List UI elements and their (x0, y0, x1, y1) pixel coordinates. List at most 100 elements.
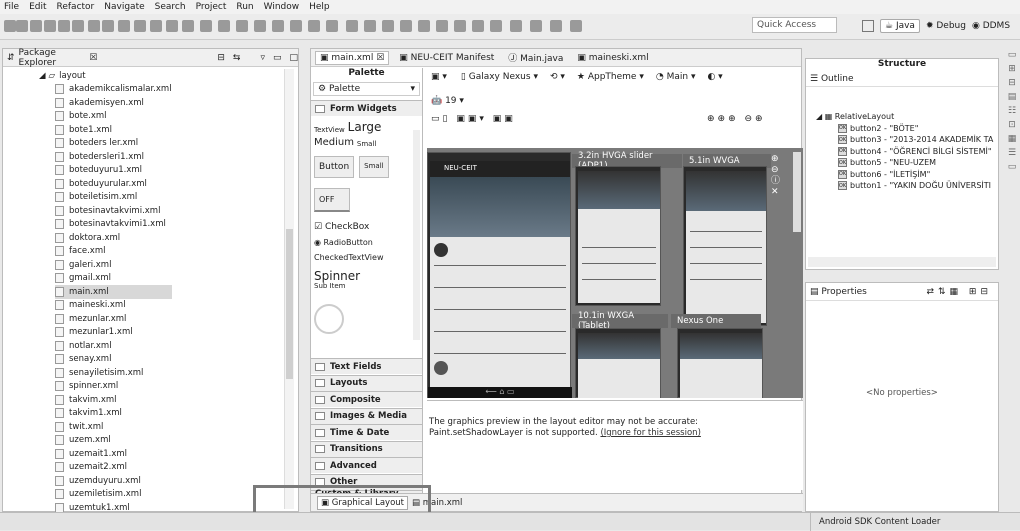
toolbar-tool-icon[interactable] (570, 20, 582, 32)
java-perspective-button[interactable]: ☕ Java (880, 19, 920, 33)
tree-file-item[interactable]: botesinavtakvimi.xml (55, 204, 172, 218)
layout-canvas[interactable]: NEU-CEIT ⟵ ⌂ ▭ 3.2in HVGA slider (ADP1) … (427, 148, 803, 398)
widget-medium[interactable]: Medium Small (314, 134, 404, 148)
tree-file-item[interactable]: akademikcalismalar.xml (55, 83, 172, 97)
collapse-all-icon[interactable]: ⊟ (217, 53, 225, 63)
locale-icon[interactable]: ◐ ▾ (707, 72, 722, 82)
toolbar-tool-icon[interactable] (150, 20, 162, 32)
toolbar-tool-icon[interactable] (272, 20, 284, 32)
zoom-controls[interactable]: ⊕⊕⊕ ⊖⊕ (707, 114, 766, 124)
tree-file-item[interactable]: doktora.xml (55, 231, 172, 245)
activity-selector[interactable]: ◔ Main ▾ (656, 72, 696, 82)
toolbar-tool-icon[interactable] (436, 20, 448, 32)
toolbar-tool-icon[interactable] (472, 20, 484, 32)
palette-category[interactable]: Transitions (311, 440, 422, 457)
toolbar-tool-icon[interactable] (308, 20, 320, 32)
tree-file-item[interactable]: galeri.xml (55, 258, 172, 272)
tab-maineski[interactable]: ▣ maineski.xml (577, 53, 648, 63)
theme-selector[interactable]: ★ AppTheme ▾ (577, 72, 644, 82)
toolbar-tool-icon[interactable] (58, 20, 70, 32)
tree-file-item[interactable]: gmail.xml (55, 272, 172, 286)
tree-file-item[interactable]: senayiletisim.xml (55, 366, 172, 380)
toolbar-tool-icon[interactable] (200, 20, 212, 32)
structure-button-node[interactable]: OK button5 - "NEU-UZEM (838, 157, 993, 169)
toolbar-tool-icon[interactable] (364, 20, 376, 32)
toolbar-tool-icon[interactable] (510, 20, 522, 32)
scrollbar-thumb[interactable] (286, 229, 293, 379)
tree-folder-layout[interactable]: ◢ ▱ layout (39, 69, 172, 83)
device-selector[interactable]: ▯ Galaxy Nexus ▾ (461, 72, 538, 82)
maximize-icon[interactable]: □ (289, 53, 298, 63)
canvas-scrollbar[interactable] (793, 152, 801, 232)
relative-layout-node[interactable]: ◢ ▦ RelativeLayout (816, 111, 993, 123)
package-explorer-tab[interactable]: ⇵ Package Explorer ☒ ⊟ ⇆ ▿ ▭ □ (3, 48, 298, 68)
tab-manifest[interactable]: ▣ NEU-CEIT Manifest (399, 53, 494, 63)
palette-scrollbar[interactable] (413, 130, 420, 340)
close-icon[interactable]: ☒ (89, 53, 97, 63)
toolbar-tool-icon[interactable] (454, 20, 466, 32)
structure-button-node[interactable]: OK button1 - "YAKIN DOĞU ÜNİVERSİTI (838, 180, 993, 192)
tree-file-item[interactable]: botedersleri1.xml (55, 150, 172, 164)
palette-category[interactable]: Layouts (311, 374, 422, 391)
tree-file-item[interactable]: boteduyuru1.xml (55, 164, 172, 178)
widget-button[interactable]: Button (314, 156, 355, 178)
palette-category[interactable]: Time & Date (311, 424, 422, 440)
config-icon[interactable]: ▣ ▾ (431, 72, 447, 82)
toolbar-tool-icon[interactable] (4, 20, 16, 32)
zoom-overlay-icons[interactable]: ⊕ ⊖ ⓘ ✕ (771, 154, 780, 198)
tree-file-item[interactable]: maineski.xml (55, 299, 172, 313)
widget-small-button[interactable]: Small (359, 156, 389, 178)
open-perspective-icon[interactable] (862, 20, 874, 32)
tree-file-item[interactable]: uzemait1.xml (55, 447, 172, 461)
toolbar-tool-icon[interactable] (44, 20, 56, 32)
palette-form-widgets-header[interactable]: Form Widgets (311, 100, 422, 116)
toolbar-tool-icon[interactable] (182, 20, 194, 32)
tree-file-item[interactable]: mezunlar1.xml (55, 326, 172, 340)
toolbar-tool-icon[interactable] (118, 20, 130, 32)
menu-project[interactable]: Project (196, 2, 227, 12)
right-trim-icons[interactable]: ▭ ⊞ ⊟ ▤ ☷ ⊡ ▦ ☰ ▭ (1005, 48, 1019, 188)
tree-file-item[interactable]: botesinavtakvimi1.xml (55, 218, 172, 232)
structure-button-node[interactable]: OK button2 - "BÖTE" (838, 123, 993, 135)
menu-refactor[interactable]: Refactor (57, 2, 95, 12)
widget-radio[interactable]: ◉ RadioButton (314, 238, 404, 247)
tree-file-item[interactable]: senay.xml (55, 353, 172, 367)
properties-toolbar-icons[interactable]: ⇄⇅▦ ⊞⊟ (926, 287, 992, 297)
view-menu-icon[interactable]: ▿ (260, 53, 265, 63)
toolbar-tool-icon[interactable] (16, 20, 28, 32)
tree-file-item[interactable]: uzemiletisim.xml (55, 488, 172, 502)
widget-checkbox[interactable]: ☑ CheckBox (314, 222, 404, 232)
tree-file-item[interactable]: takvim.xml (55, 393, 172, 407)
toolbar-tool-icon[interactable] (290, 20, 302, 32)
tablet-preview[interactable] (575, 328, 661, 398)
structure-button-node[interactable]: OK button3 - "2013-2014 AKADEMİK TA (838, 134, 993, 146)
menu-navigate[interactable]: Navigate (104, 2, 144, 12)
toolbar-tool-icon[interactable] (490, 20, 502, 32)
tree-file-item[interactable]: face.xml (55, 245, 172, 259)
palette-category[interactable]: Images & Media (311, 407, 422, 424)
toolbar-tool-icon[interactable] (326, 20, 338, 32)
toolbar-tool-icon[interactable] (400, 20, 412, 32)
palette-category[interactable]: Advanced (311, 457, 422, 473)
tree-file-item[interactable]: boteduyurular.xml (55, 177, 172, 191)
tree-file-item[interactable]: uzemduyuru.xml (55, 474, 172, 488)
debug-perspective-button[interactable]: ✹ Debug (926, 21, 966, 31)
link-editor-icon[interactable]: ⇆ (233, 53, 241, 63)
widget-textview-large[interactable]: TextView Large (314, 120, 404, 134)
toolbar-tool-icon[interactable] (30, 20, 42, 32)
toolbar-tool-icon[interactable] (550, 20, 562, 32)
tree-file-item[interactable]: bote.xml (55, 110, 172, 124)
tree-file-item[interactable]: notlar.xml (55, 339, 172, 353)
widget-spinner[interactable]: Spinner (314, 270, 404, 282)
tree-file-item[interactable]: bote1.xml (55, 123, 172, 137)
toolbar-tool-icon[interactable] (382, 20, 394, 32)
menu-window[interactable]: Window (264, 2, 300, 12)
palette-category[interactable]: Text Fields (311, 358, 422, 374)
properties-tab[interactable]: ▤ Properties ⇄⇅▦ ⊞⊟ (806, 283, 998, 301)
widget-toggle[interactable]: OFF (314, 188, 350, 212)
tree-file-item[interactable]: boteders ler.xml (55, 137, 172, 151)
menu-help[interactable]: Help (309, 2, 330, 12)
toolbar-tool-icon[interactable] (166, 20, 178, 32)
menu-file[interactable]: File (4, 2, 19, 12)
expand-icon[interactable]: ◢ (39, 71, 46, 81)
